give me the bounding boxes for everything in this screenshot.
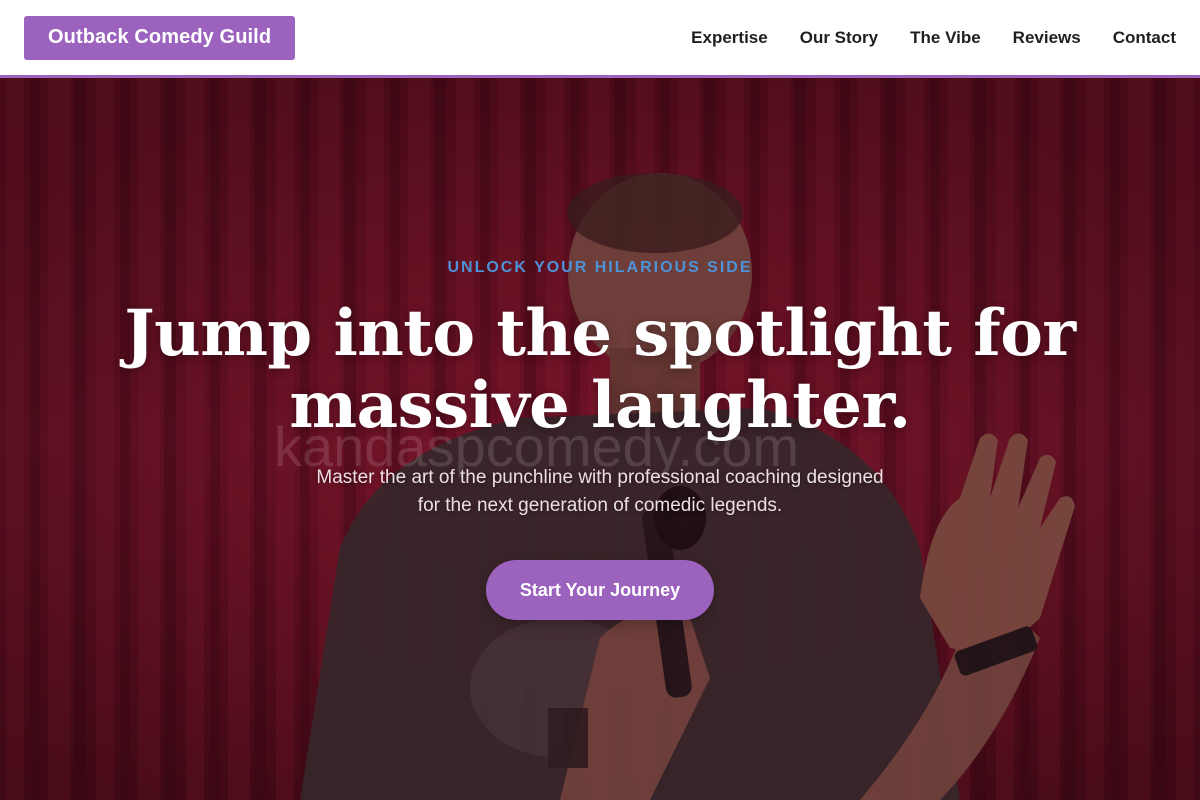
hero-title-line-1: Jump into the spotlight for (124, 296, 1076, 371)
site-header: Outback Comedy Guild Expertise Our Story… (0, 0, 1200, 78)
hero-title-line-2: massive laughter. (289, 368, 911, 443)
main-nav: Expertise Our Story The Vibe Reviews Con… (691, 0, 1176, 75)
nav-link-expertise[interactable]: Expertise (691, 28, 768, 48)
hero-subtitle-line-1: Master the art of the punchline with pro… (316, 467, 884, 488)
nav-link-contact[interactable]: Contact (1113, 28, 1176, 48)
nav-link-the-vibe[interactable]: The Vibe (910, 28, 981, 48)
brand-logo[interactable]: Outback Comedy Guild (24, 15, 296, 60)
hero-eyebrow: UNLOCK YOUR HILARIOUS SIDE (447, 259, 753, 276)
start-journey-button[interactable]: Start Your Journey (486, 560, 714, 620)
nav-link-reviews[interactable]: Reviews (1013, 28, 1081, 48)
hero-section: kandaspcomedy.com UNLOCK YOUR HILARIOUS … (0, 78, 1200, 800)
hero-content: kandaspcomedy.com UNLOCK YOUR HILARIOUS … (0, 78, 1200, 800)
hero-title: Jump into the spotlight for massive laug… (100, 298, 1100, 442)
hero-subtitle: Master the art of the punchline with pro… (270, 464, 930, 520)
nav-link-our-story[interactable]: Our Story (800, 28, 878, 48)
hero-subtitle-line-2: for the next generation of comedic legen… (417, 495, 783, 516)
